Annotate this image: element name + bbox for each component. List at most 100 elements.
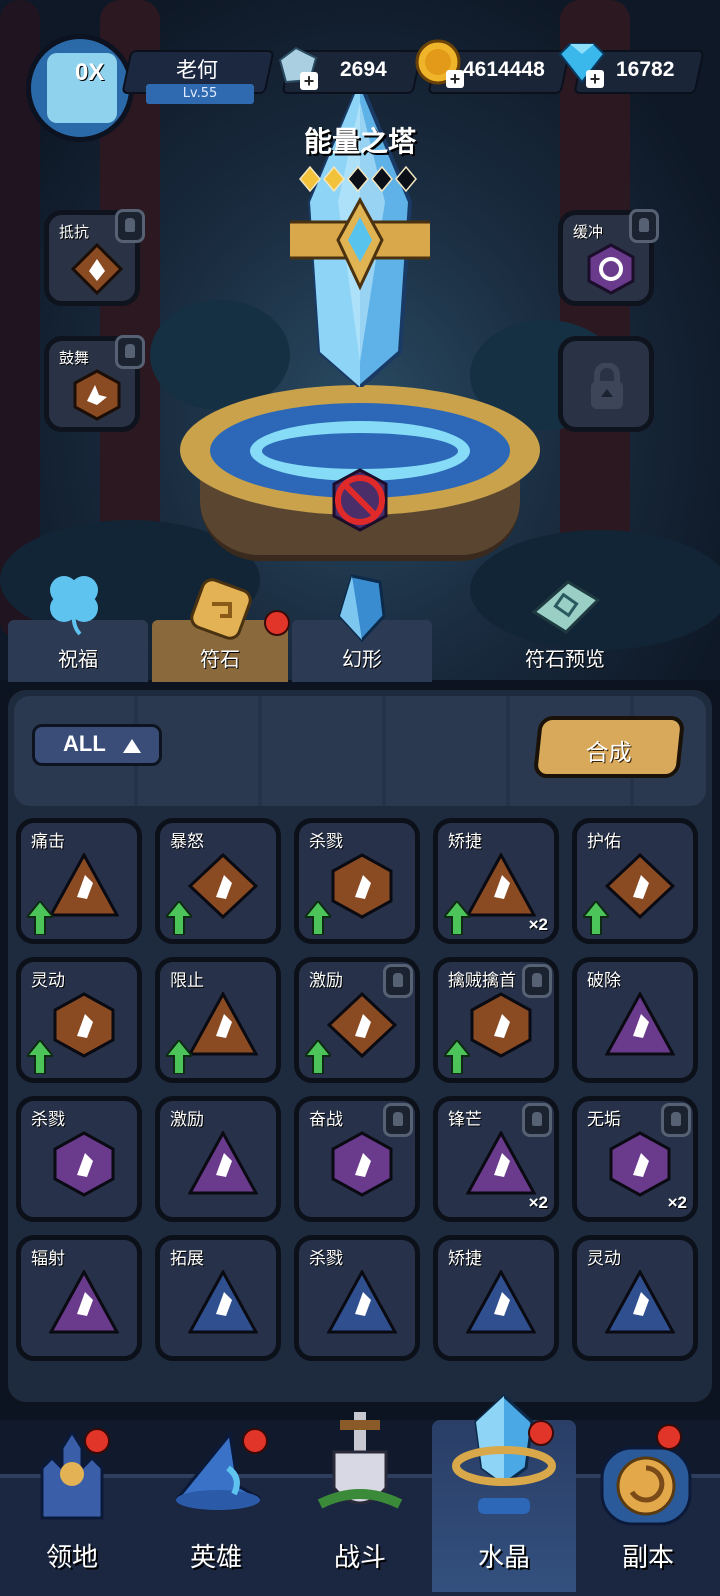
notification-dot: [656, 1424, 682, 1450]
upgrade-arrow-icon: [166, 1040, 192, 1074]
silver-crystal-amount: 2694: [340, 58, 387, 81]
rune-card-label: 痛击: [31, 832, 65, 852]
rune-gem-icon: [53, 1131, 115, 1197]
slot-empty-locked[interactable]: [558, 336, 654, 432]
slot-inspire[interactable]: 鼓舞: [44, 335, 145, 432]
rune-gem-icon: [605, 853, 675, 919]
rune-card[interactable]: 灵动: [16, 957, 142, 1083]
rune-gem-icon: [188, 1270, 258, 1334]
star-empty-icon: [371, 165, 393, 193]
rune-card[interactable]: 无垢 ×2: [572, 1096, 698, 1222]
rune-card[interactable]: 辐射: [16, 1235, 142, 1361]
rune-card[interactable]: 护佑: [572, 818, 698, 944]
rune-card[interactable]: 限止: [155, 957, 281, 1083]
rune-card[interactable]: 灵动: [572, 1235, 698, 1361]
rune-card[interactable]: 杀戮: [16, 1096, 142, 1222]
tab-rune-preview[interactable]: 符石预览: [500, 580, 630, 682]
rune-card-label: 护佑: [587, 832, 621, 852]
rune-card[interactable]: 锋芒 ×2: [433, 1096, 559, 1222]
rune-card-label: 杀戮: [309, 1249, 343, 1269]
rune-card-label: 激励: [309, 971, 343, 991]
buffer-rune-icon: [587, 243, 635, 295]
nav-heroes[interactable]: 英雄: [144, 1420, 288, 1592]
lock-icon: [661, 1103, 691, 1137]
filter-all-button[interactable]: ALL: [32, 724, 162, 766]
star-filled-icon: [323, 165, 345, 193]
rune-card[interactable]: 杀戮: [294, 818, 420, 944]
rune-gem-icon: [605, 1270, 675, 1334]
rune-gem-icon: [327, 1270, 397, 1334]
rune-gem-icon: [188, 1131, 258, 1195]
notification-dot: [528, 1420, 554, 1446]
rune-card-label: 灵动: [31, 971, 65, 991]
avatar-badge: 0X: [75, 59, 105, 86]
nav-crystal[interactable]: 水晶: [432, 1393, 576, 1592]
svg-text:+: +: [450, 69, 461, 89]
nav-dungeon[interactable]: 副本: [576, 1420, 720, 1592]
lock-icon: [115, 335, 145, 369]
rune-card-label: 破除: [587, 971, 621, 991]
upgrade-arrow-icon: [444, 1040, 470, 1074]
upgrade-arrow-icon: [166, 901, 192, 935]
clover-icon: [50, 576, 98, 636]
lock-icon: [383, 1103, 413, 1137]
tower-title: 能量之塔: [303, 125, 416, 158]
rune-card[interactable]: 激励: [294, 957, 420, 1083]
upgrade-arrow-icon: [305, 901, 331, 935]
diamond-amount: 16782: [616, 58, 675, 81]
book-icon: [531, 580, 601, 634]
lock-icon: [383, 964, 413, 998]
rune-gem-icon: [331, 1131, 393, 1197]
rune-card-label: 擒贼擒首: [448, 971, 516, 991]
upgrade-arrow-icon: [27, 1040, 53, 1074]
rune-card[interactable]: 破除: [572, 957, 698, 1083]
svg-text:+: +: [304, 71, 315, 90]
rune-card-label: 无垢: [587, 1110, 621, 1130]
sword-shield-icon: [317, 1412, 403, 1509]
lock-icon: [591, 363, 623, 409]
notification-dot: [84, 1428, 110, 1454]
rune-card-label: 奋战: [309, 1110, 343, 1130]
rune-card-label: 矫捷: [448, 1249, 482, 1269]
diamond-icon: +: [558, 43, 606, 88]
gold-coin-amount: 4614448: [463, 58, 545, 81]
rune-gem-icon: [466, 853, 536, 917]
lock-icon: [115, 209, 145, 243]
merge-button[interactable]: 合成: [532, 716, 686, 778]
lock-icon: [629, 209, 659, 243]
rune-card[interactable]: 擒贼擒首: [433, 957, 559, 1083]
slot-buffer[interactable]: 缓冲: [558, 209, 659, 306]
rune-card[interactable]: 痛击: [16, 818, 142, 944]
lock-icon: [522, 964, 552, 998]
notification-dot: [264, 610, 290, 636]
rune-gem-icon: [470, 992, 532, 1058]
rune-gem-icon: [609, 1131, 671, 1197]
notification-dot: [242, 1428, 268, 1454]
portal-icon: [600, 1446, 692, 1526]
player-name: 老何: [176, 58, 218, 82]
gold-coin-icon: +: [415, 39, 464, 89]
rune-card[interactable]: 暴怒: [155, 818, 281, 944]
rune-gem-icon: [466, 1131, 536, 1195]
nav-territory[interactable]: 领地: [0, 1420, 144, 1592]
rune-card[interactable]: 矫捷: [433, 1235, 559, 1361]
tab-transform[interactable]: 幻形: [292, 574, 432, 682]
rune-card-label: 矫捷: [448, 832, 482, 852]
nav-battle[interactable]: 战斗: [288, 1412, 432, 1592]
rune-gem-icon: [188, 992, 258, 1056]
rune-gem-icon: [49, 1270, 119, 1334]
rune-card[interactable]: 拓展: [155, 1235, 281, 1361]
rune-card[interactable]: 激励: [155, 1096, 281, 1222]
rune-card[interactable]: 奋战: [294, 1096, 420, 1222]
rune-card[interactable]: 矫捷 ×2: [433, 818, 559, 944]
rune-card-label: 杀戮: [31, 1110, 65, 1130]
tab-blessing[interactable]: 祝福: [8, 576, 148, 682]
slot-resist[interactable]: 抵抗: [44, 209, 145, 306]
lock-icon: [522, 1103, 552, 1137]
rune-card[interactable]: 杀戮: [294, 1235, 420, 1361]
tab-runestone[interactable]: 符石: [152, 578, 290, 682]
rune-card-quantity: ×2: [667, 1193, 687, 1212]
tower-stars: [298, 165, 418, 193]
crystal-shard-icon: [338, 574, 386, 643]
no-entry-icon[interactable]: [326, 466, 394, 534]
